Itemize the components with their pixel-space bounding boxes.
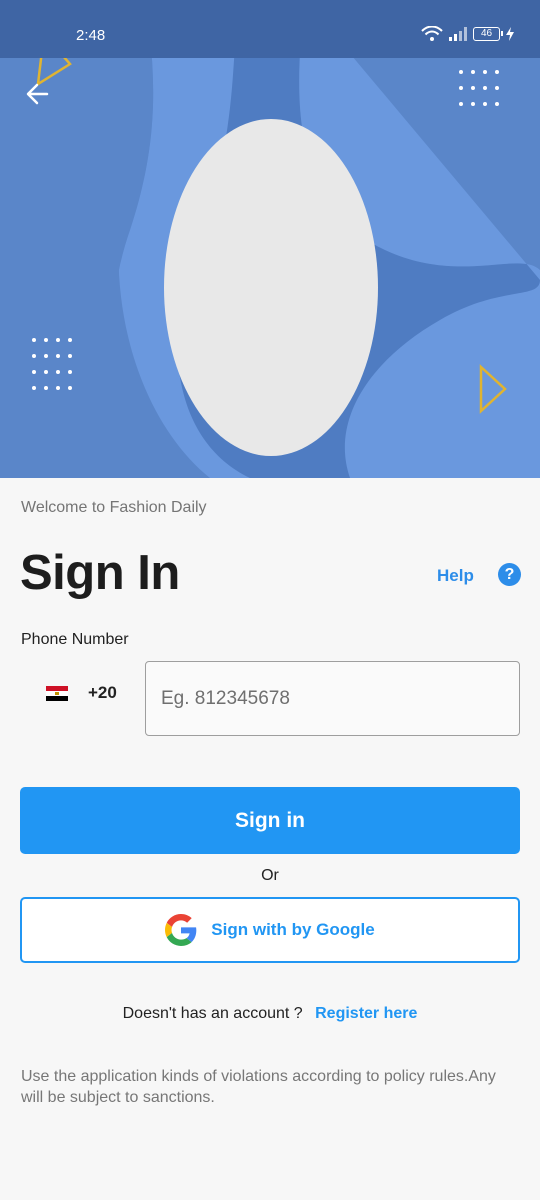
register-row: Doesn't has an account ? Register here bbox=[0, 1005, 540, 1023]
country-code-selector[interactable]: +20 bbox=[46, 683, 117, 703]
profile-image-placeholder bbox=[164, 119, 378, 456]
google-sign-in-button[interactable]: Sign with by Google bbox=[20, 897, 520, 963]
signal-icon bbox=[449, 27, 467, 41]
status-icons: 46 bbox=[421, 26, 514, 42]
policy-text: Use the application kinds of violations … bbox=[21, 1068, 496, 1106]
welcome-text: Welcome to Fashion Daily bbox=[21, 499, 207, 516]
egypt-flag-icon bbox=[46, 685, 68, 701]
charging-icon bbox=[506, 27, 514, 41]
or-divider-text: Or bbox=[261, 867, 279, 884]
status-bar: 2:48 46 bbox=[0, 0, 540, 58]
no-account-text: Doesn't has an account ? bbox=[122, 1005, 303, 1022]
arrow-left-icon bbox=[26, 83, 49, 105]
wifi-icon bbox=[421, 26, 443, 41]
country-code: +20 bbox=[88, 683, 117, 702]
sign-in-button[interactable]: Sign in bbox=[20, 787, 520, 854]
battery-icon: 46 bbox=[473, 27, 503, 41]
google-button-label: Sign with by Google bbox=[211, 920, 375, 939]
back-button[interactable] bbox=[22, 78, 54, 110]
status-time: 2:48 bbox=[76, 27, 106, 44]
help-icon[interactable]: ? bbox=[498, 563, 521, 586]
google-icon bbox=[165, 914, 197, 946]
header-banner: 2:48 46 bbox=[0, 0, 540, 478]
page-title: Sign In bbox=[20, 546, 180, 600]
help-link[interactable]: Help bbox=[437, 566, 474, 586]
register-link[interactable]: Register here bbox=[315, 1005, 417, 1022]
phone-number-input[interactable] bbox=[145, 661, 520, 736]
phone-number-label: Phone Number bbox=[21, 631, 129, 648]
